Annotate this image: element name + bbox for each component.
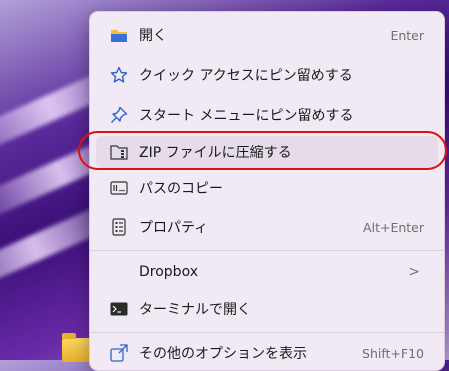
copy-path-icon [110,179,128,197]
menu-item-properties[interactable]: プロパティ Alt+Enter [96,211,438,243]
menu-item-label: スタート メニューにピン留めする [139,108,354,124]
menu-item-label: ターミナルで開く [139,302,251,318]
menu-item-compress-zip[interactable]: ZIP ファイルに圧縮する [96,136,438,168]
menu-divider [90,332,444,333]
menu-item-open[interactable]: 開く Enter [96,19,438,51]
menu-item-pin-quick-access[interactable]: クイック アクセスにピン留めする [96,59,438,91]
menu-item-label: パスのコピー [139,181,223,197]
zip-archive-icon [110,143,128,161]
menu-item-label: 開く [139,28,167,44]
chevron-right-icon: > [408,264,420,280]
menu-item-copy-path[interactable]: パスのコピー [96,172,438,204]
pin-icon [110,106,128,124]
terminal-icon [110,300,128,318]
menu-item-open-terminal[interactable]: ターミナルで開く [96,293,438,325]
menu-item-pin-start[interactable]: スタート メニューにピン留めする [96,99,438,131]
menu-item-label: Dropbox [139,264,198,280]
star-icon [110,66,128,84]
menu-item-more-options[interactable]: その他のオプションを表示 Shift+F10 [96,337,438,369]
menu-item-shortcut: Shift+F10 [362,345,424,361]
menu-item-label: クイック アクセスにピン留めする [139,68,353,84]
folder-open-icon [110,26,128,44]
menu-divider [90,250,444,251]
context-menu: 開く Enter クイック アクセスにピン留めする スタート メニューにピン留め… [89,11,445,371]
menu-item-dropbox[interactable]: Dropbox > [96,256,438,288]
menu-item-label: その他のオプションを表示 [139,346,307,362]
menu-item-shortcut: Alt+Enter [363,219,424,235]
menu-item-label: ZIP ファイルに圧縮する [139,145,292,161]
menu-item-label: プロパティ [139,220,209,236]
more-options-icon [110,344,128,362]
properties-icon [110,218,128,236]
menu-item-shortcut: Enter [390,27,424,43]
